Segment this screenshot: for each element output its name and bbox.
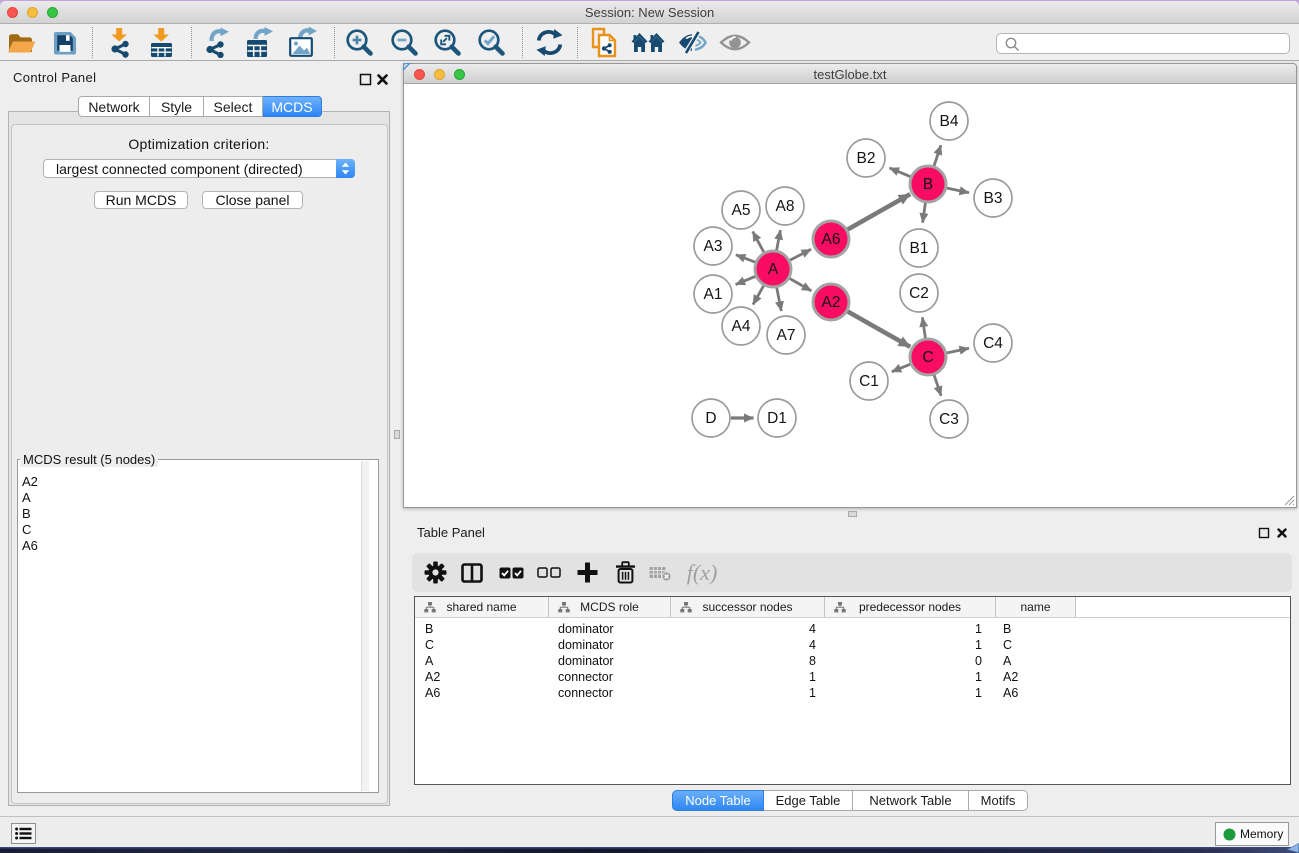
svg-text:C4: C4	[983, 335, 1003, 352]
svg-text:A1: A1	[704, 286, 723, 303]
svg-text:A: A	[768, 261, 779, 278]
svg-text:C2: C2	[909, 285, 929, 302]
svg-text:B2: B2	[857, 150, 876, 167]
svg-text:A2: A2	[822, 294, 841, 311]
svg-text:A8: A8	[776, 198, 795, 215]
svg-text:B: B	[923, 176, 933, 193]
svg-text:A6: A6	[822, 231, 841, 248]
svg-text:A4: A4	[732, 318, 751, 335]
svg-text:B1: B1	[910, 240, 929, 257]
svg-text:A7: A7	[777, 327, 796, 344]
svg-text:B4: B4	[940, 113, 959, 130]
svg-text:D1: D1	[767, 410, 787, 427]
svg-text:A3: A3	[704, 238, 723, 255]
svg-text:D: D	[705, 410, 716, 427]
svg-text:C: C	[922, 349, 933, 366]
svg-text:C1: C1	[859, 373, 879, 390]
svg-text:C3: C3	[939, 411, 959, 428]
svg-text:B3: B3	[984, 190, 1003, 207]
svg-text:A5: A5	[732, 202, 751, 219]
